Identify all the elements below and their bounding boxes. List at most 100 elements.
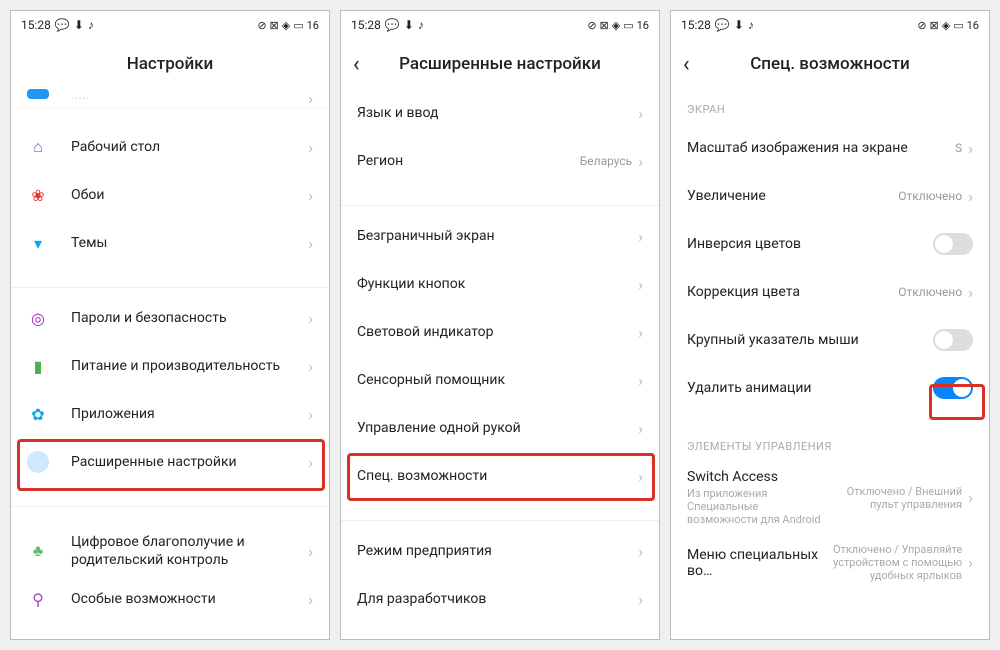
row-security[interactable]: ◎ Пароли и безопасность › bbox=[11, 294, 329, 342]
row-label: Спец. возможности bbox=[357, 468, 638, 484]
chevron-icon: › bbox=[308, 453, 313, 472]
row-label: Удалить анимации bbox=[687, 380, 933, 396]
row-enterprise[interactable]: Режим предприятия › bbox=[341, 527, 659, 575]
row-wellbeing[interactable]: ♣ Цифровое благополучие и родительский к… bbox=[11, 527, 329, 575]
page-title: Настройки bbox=[127, 54, 214, 74]
row-led[interactable]: Световой индикатор › bbox=[341, 308, 659, 356]
download-icon: ⬇ bbox=[734, 18, 744, 32]
row-label: Управление одной рукой bbox=[357, 420, 638, 436]
row-label: Световой индикатор bbox=[357, 324, 638, 340]
wallpaper-icon: ❀ bbox=[27, 184, 49, 206]
chevron-icon: › bbox=[968, 187, 973, 206]
row-large-pointer[interactable]: Крупный указатель мыши bbox=[671, 316, 989, 364]
row-label: Масштаб изображения на экране bbox=[687, 140, 955, 156]
dnd-icon: ⊘ bbox=[587, 19, 596, 32]
alarm-icon: ⊠ bbox=[930, 19, 939, 32]
battery-icon: ▭ bbox=[293, 19, 303, 32]
row-developer[interactable]: Для разработчиков › bbox=[341, 575, 659, 623]
row-label: Крупный указатель мыши bbox=[687, 332, 933, 348]
row-label: Безграничный экран bbox=[357, 228, 638, 244]
row-label: Регион bbox=[357, 153, 580, 169]
row-quickball[interactable]: Сенсорный помощник › bbox=[341, 356, 659, 404]
section-screen: ЭКРАН bbox=[671, 89, 989, 124]
chevron-icon: › bbox=[638, 227, 643, 246]
row-accessibility[interactable]: Спец. возможности › bbox=[341, 452, 659, 500]
page-title: Спец. возможности bbox=[750, 54, 910, 74]
download-icon: ⬇ bbox=[74, 18, 84, 32]
apps-icon: ✿ bbox=[27, 403, 49, 425]
notifications-icon bbox=[27, 89, 49, 99]
row-value: Отключено bbox=[898, 285, 962, 299]
row-color-inversion[interactable]: Инверсия цветов bbox=[671, 220, 989, 268]
row-switch-access[interactable]: Switch Access Из приложения Специальные … bbox=[671, 461, 989, 535]
chevron-icon: › bbox=[638, 590, 643, 609]
row-color-correction[interactable]: Коррекция цвета Отключено › bbox=[671, 268, 989, 316]
settings-list[interactable]: ····· › ⌂ Рабочий стол › ❀ Обои › ▾ Темы… bbox=[11, 89, 329, 640]
accessibility-icon: ⚲ bbox=[27, 588, 49, 610]
wifi-icon: ◈ bbox=[282, 19, 290, 32]
statusbar: 15:28💬⬇♪ ⊘⊠◈▭16 bbox=[671, 11, 989, 39]
back-button[interactable]: ‹ bbox=[353, 52, 360, 77]
statusbar: 15:28💬⬇♪ ⊘⊠◈▭16 bbox=[341, 11, 659, 39]
row-label: Коррекция цвета bbox=[687, 284, 898, 300]
chevron-icon: › bbox=[308, 542, 313, 561]
row-remove-animations[interactable]: Удалить анимации bbox=[671, 364, 989, 412]
row-value: Беларусь bbox=[580, 154, 632, 168]
row-themes[interactable]: ▾ Темы › bbox=[11, 219, 329, 267]
row-battery[interactable]: ▮ Питание и производительность › bbox=[11, 342, 329, 390]
chevron-icon: › bbox=[968, 139, 973, 158]
row-buttons[interactable]: Функции кнопок › bbox=[341, 260, 659, 308]
row-label: Приложения bbox=[71, 406, 308, 422]
row-accessibility-special[interactable]: ⚲ Особые возможности › bbox=[11, 575, 329, 623]
row-language[interactable]: Язык и ввод › bbox=[341, 89, 659, 137]
row-accessibility-menu[interactable]: Меню специальных во… Отключено / Управля… bbox=[671, 535, 989, 591]
battery-pct: 16 bbox=[967, 19, 979, 32]
row-notifications[interactable]: ····· › bbox=[11, 89, 329, 109]
section-controls: ЭЛЕМЕНТЫ УПРАВЛЕНИЯ bbox=[671, 426, 989, 461]
row-fullscreen[interactable]: Безграничный экран › bbox=[341, 212, 659, 260]
chevron-icon: › bbox=[308, 186, 313, 205]
row-label: Инверсия цветов bbox=[687, 236, 933, 252]
advanced-list[interactable]: Язык и ввод › Регион Беларусь › Безграни… bbox=[341, 89, 659, 640]
row-label: Увеличение bbox=[687, 188, 898, 204]
chevron-icon: › bbox=[308, 357, 313, 376]
accessibility-list[interactable]: ЭКРАН Масштаб изображения на экране S › … bbox=[671, 89, 989, 640]
music-icon: ♪ bbox=[748, 18, 754, 32]
chevron-icon: › bbox=[638, 542, 643, 561]
status-time: 15:28 bbox=[681, 18, 711, 32]
row-advanced[interactable]: ⋯ Расширенные настройки › bbox=[11, 438, 329, 486]
row-label: Особые возможности bbox=[71, 591, 308, 607]
row-wallpaper[interactable]: ❀ Обои › bbox=[11, 171, 329, 219]
row-apps[interactable]: ✿ Приложения › bbox=[11, 390, 329, 438]
wellbeing-icon: ♣ bbox=[27, 540, 49, 562]
chevron-icon: › bbox=[968, 488, 973, 507]
chevron-icon: › bbox=[308, 405, 313, 424]
row-desktop[interactable]: ⌂ Рабочий стол › bbox=[11, 123, 329, 171]
chevron-icon: › bbox=[638, 104, 643, 123]
chevron-icon: › bbox=[638, 152, 643, 171]
row-label: Пароли и безопасность bbox=[71, 310, 308, 326]
row-region[interactable]: Регион Беларусь › bbox=[341, 137, 659, 185]
chat-icon: 💬 bbox=[715, 18, 730, 32]
alarm-icon: ⊠ bbox=[270, 19, 279, 32]
row-onehand[interactable]: Управление одной рукой › bbox=[341, 404, 659, 452]
statusbar: 15:28💬⬇♪ ⊘⊠◈▭16 bbox=[11, 11, 329, 39]
back-button[interactable]: ‹ bbox=[683, 52, 690, 77]
row-label: Язык и ввод bbox=[357, 105, 638, 121]
battery-pct: 16 bbox=[637, 19, 649, 32]
row-label: Для разработчиков bbox=[357, 591, 638, 607]
header: ‹ Расширенные настройки bbox=[341, 39, 659, 89]
chevron-icon: › bbox=[308, 590, 313, 609]
toggle-large-pointer[interactable] bbox=[933, 329, 973, 351]
music-icon: ♪ bbox=[418, 18, 424, 32]
toggle-remove-animations[interactable] bbox=[933, 377, 973, 399]
chat-icon: 💬 bbox=[55, 18, 70, 32]
row-magnification[interactable]: Увеличение Отключено › bbox=[671, 172, 989, 220]
toggle-color-inversion[interactable] bbox=[933, 233, 973, 255]
row-label: Режим предприятия bbox=[357, 543, 638, 559]
wifi-icon: ◈ bbox=[612, 19, 620, 32]
battery-icon: ▭ bbox=[953, 19, 963, 32]
chevron-icon: › bbox=[638, 467, 643, 486]
row-display-scale[interactable]: Масштаб изображения на экране S › bbox=[671, 124, 989, 172]
more-icon: ⋯ bbox=[27, 451, 49, 473]
